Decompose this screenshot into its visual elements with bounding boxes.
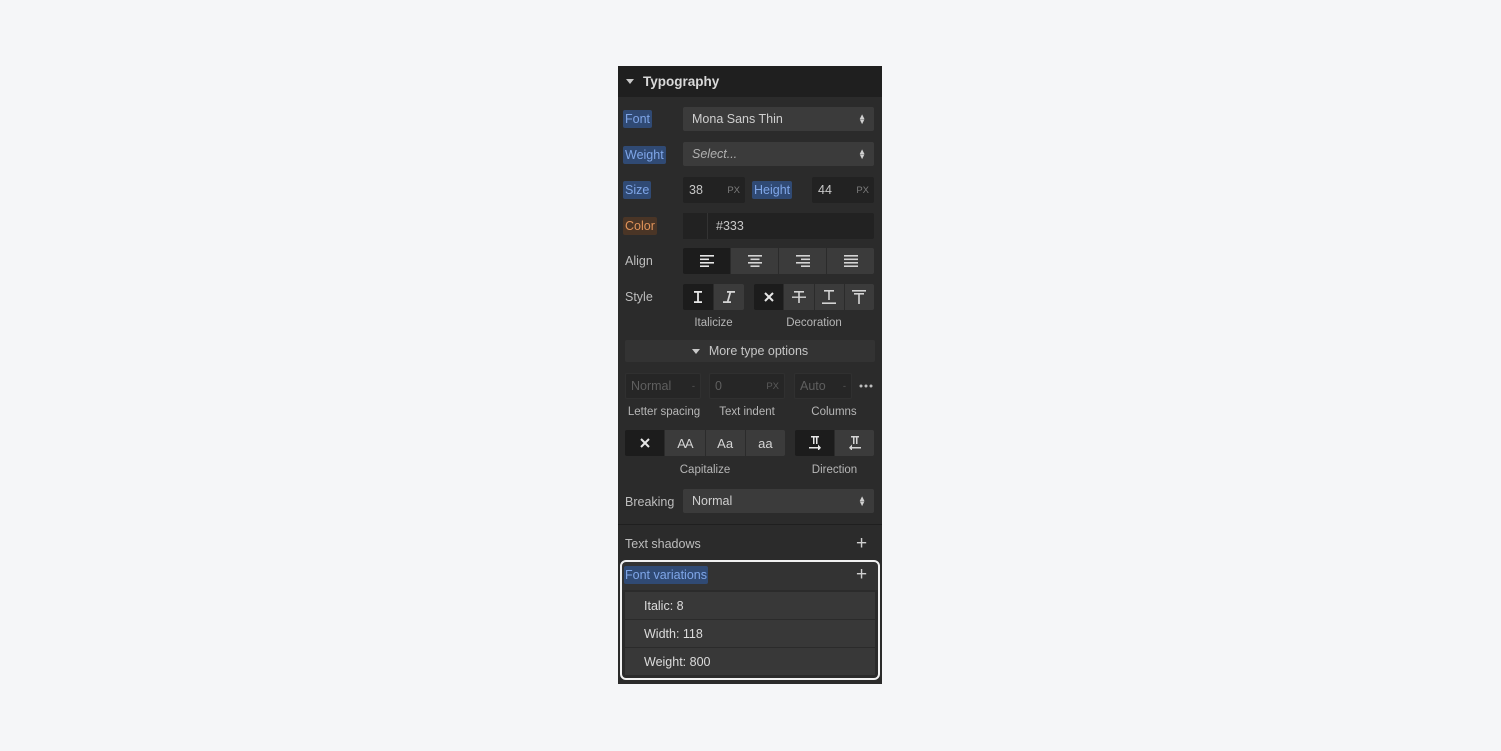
align-left-icon[interactable] (683, 248, 730, 274)
uppercase-glyph: AA (677, 435, 693, 451)
rtl-direction-icon[interactable] (834, 430, 874, 456)
overline-icon[interactable] (843, 284, 874, 310)
section-divider (618, 524, 882, 525)
ltr-direction-icon[interactable] (795, 430, 834, 456)
font-label: Font (623, 110, 653, 128)
height-unit[interactable]: PX (856, 185, 869, 196)
select-arrows-icon: ▲ ▼ (858, 112, 866, 126)
size-label: Size (623, 181, 652, 199)
italicize-caption: Italicize (694, 317, 733, 329)
titlecase-glyph: Aa (717, 435, 734, 451)
align-segmented-control (683, 248, 874, 274)
weight-select[interactable]: Select... ▲ ▼ (683, 142, 874, 166)
columns-caption: Columns (811, 406, 857, 418)
color-swatch[interactable] (683, 213, 708, 239)
weight-label: Weight (623, 146, 666, 164)
columns-input[interactable]: Auto - (794, 373, 852, 399)
text-shadows-label: Text shadows (625, 537, 701, 551)
font-select-value: Mona Sans Thin (692, 112, 783, 126)
decoration-caption: Decoration (786, 317, 842, 329)
align-justify-icon[interactable] (826, 248, 874, 274)
size-input[interactable]: 38 PX (683, 177, 745, 203)
height-input[interactable]: 44 PX (812, 177, 874, 203)
letter-spacing-caption: Letter spacing (627, 406, 701, 418)
font-select[interactable]: Mona Sans Thin ▲ ▼ (683, 107, 874, 131)
lowercase-glyph: aa (758, 435, 773, 451)
italic-style-icon[interactable] (713, 284, 744, 310)
uppercase-icon[interactable]: AA (664, 430, 705, 456)
font-variations-highlight-outline (620, 560, 880, 680)
typography-panel: Typography Font Mona Sans Thin ▲ ▼ Weight… (618, 66, 882, 684)
no-decoration-x-icon[interactable] (754, 284, 784, 310)
text-indent-caption: Text indent (719, 406, 775, 418)
height-value: 44 (818, 183, 832, 197)
align-label: Align (625, 254, 653, 268)
direction-caption: Direction (811, 464, 858, 476)
roman-style-icon[interactable] (683, 284, 713, 310)
color-label: Color (623, 217, 657, 235)
breaking-label: Breaking (625, 495, 675, 509)
height-label: Height (752, 181, 793, 199)
style-label: Style (625, 290, 653, 304)
titlecase-icon[interactable]: Aa (704, 430, 745, 456)
select-arrows-icon: ▲ ▼ (858, 147, 866, 161)
align-right-icon[interactable] (778, 248, 826, 274)
more-type-options-label: More type options (708, 344, 809, 358)
section-title: Typography (643, 74, 720, 89)
select-arrows-icon: ▲ ▼ (858, 494, 866, 508)
align-center-icon[interactable] (730, 248, 778, 274)
text-indent-unit[interactable]: PX (766, 381, 779, 392)
typography-section-header[interactable]: Typography (618, 66, 882, 97)
color-input[interactable]: #333 (683, 213, 874, 239)
add-text-shadow-plus-icon[interactable]: + (856, 534, 867, 553)
letter-spacing-input[interactable]: Normal - (625, 373, 701, 399)
more-options-ellipsis-icon[interactable] (857, 376, 874, 396)
collapse-triangle-icon[interactable] (626, 79, 634, 84)
capitalize-segmented-control: AA Aa aa (625, 430, 785, 456)
letter-spacing-dash: - (691, 380, 695, 392)
columns-value: Auto (800, 379, 826, 393)
direction-segmented-control (795, 430, 874, 456)
more-type-options-toggle[interactable]: More type options (625, 340, 875, 362)
decoration-segmented-control (754, 284, 874, 310)
expand-triangle-icon (691, 348, 700, 354)
text-indent-input[interactable]: 0 PX (709, 373, 785, 399)
no-capitalize-x-icon[interactable] (625, 430, 665, 456)
lowercase-icon[interactable]: aa (744, 430, 785, 456)
text-indent-value: 0 (715, 379, 722, 393)
strikethrough-icon[interactable] (783, 284, 814, 310)
capitalize-caption: Capitalize (679, 464, 731, 476)
letter-spacing-value: Normal (631, 379, 672, 393)
color-value: #333 (716, 219, 744, 233)
columns-dash: - (842, 380, 846, 392)
size-value: 38 (689, 183, 703, 197)
size-unit[interactable]: PX (727, 185, 740, 196)
breaking-select-value: Normal (692, 494, 733, 508)
breaking-select[interactable]: Normal ▲ ▼ (683, 489, 874, 513)
italicize-segmented-control (683, 284, 744, 310)
underline-icon[interactable] (813, 284, 844, 310)
weight-select-placeholder: Select... (692, 147, 738, 161)
